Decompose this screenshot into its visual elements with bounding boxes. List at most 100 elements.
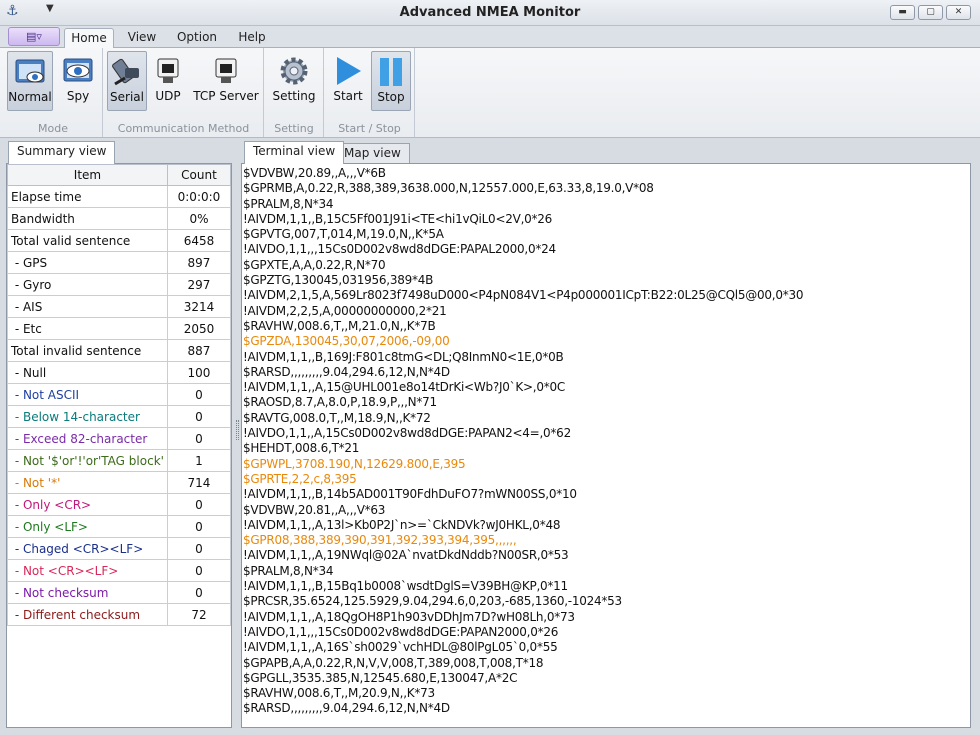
terminal-line: !AIVDM,1,1,,B,15C5Ff001J91i<TE<hi1vQiL0<… xyxy=(243,211,553,226)
tab-summary-view[interactable]: Summary view xyxy=(8,141,116,164)
summary-item-count: 2050 xyxy=(166,317,232,340)
group-title-mode: Mode xyxy=(38,122,68,135)
column-header-item[interactable]: Item xyxy=(7,164,168,186)
table-row[interactable]: Total valid sentence 6458 xyxy=(7,229,232,252)
tab-view[interactable]: View xyxy=(120,28,164,48)
summary-item-count: 6458 xyxy=(166,229,232,252)
setting-label: Setting xyxy=(272,89,316,103)
table-row[interactable]: - Etc 2050 xyxy=(7,317,232,340)
summary-panel: Item Count Elapse time 0:0:0:0 Bandwidth 0%… xyxy=(6,163,232,728)
start-label: Start xyxy=(333,89,363,103)
terminal-line: $PRALM,8,N*34 xyxy=(243,563,334,578)
table-row[interactable]: - Only <CR> 0 xyxy=(7,493,232,516)
table-row[interactable]: - Exceed 82-character 0 xyxy=(7,427,232,450)
tcp-server-button[interactable]: TCP Server xyxy=(192,51,260,111)
table-row[interactable]: - Null 100 xyxy=(7,361,232,384)
table-row[interactable]: - Not ASCII 0 xyxy=(7,383,232,406)
summary-item-count: 0 xyxy=(166,405,232,428)
monitor-eye-icon xyxy=(15,59,45,83)
serial-label: Serial xyxy=(110,90,144,104)
table-row[interactable]: - Gyro 297 xyxy=(7,273,232,296)
terminal-line: !AIVDM,2,2,5,A,00000000000,2*21 xyxy=(243,303,447,318)
terminal-line: $GPR08,388,389,390,391,392,393,394,395,,… xyxy=(243,533,517,548)
start-button[interactable]: Start xyxy=(328,51,368,111)
summary-item-label: - Not '$'or'!'or'TAG block' xyxy=(7,449,168,472)
table-row[interactable]: Total invalid sentence 887 xyxy=(7,339,232,362)
terminal-line: $GPAPB,A,A,0.22,R,N,V,V,008,T,389,008,T,… xyxy=(243,655,544,670)
table-row[interactable]: - Chaged <CR><LF> 0 xyxy=(7,537,232,560)
tab-home[interactable]: Home xyxy=(64,28,114,48)
terminal-line: $GPVTG,007,T,014,M,19.0,N,,K*5A xyxy=(243,227,444,242)
summary-item-label: - Chaged <CR><LF> xyxy=(7,537,168,560)
table-row[interactable]: - Not '$'or'!'or'TAG block' 1 xyxy=(7,449,232,472)
spy-mode-label: Spy xyxy=(66,89,90,103)
terminal-line: $PRALM,8,N*34 xyxy=(243,196,334,211)
table-row[interactable]: - GPS 897 xyxy=(7,251,232,274)
summary-item-count: 0 xyxy=(166,559,232,582)
stop-button[interactable]: Stop xyxy=(371,51,411,111)
summary-item-count: 714 xyxy=(166,471,232,494)
summary-item-label: - Not '*' xyxy=(7,471,168,494)
table-row[interactable]: - Different checksum 72 xyxy=(7,603,232,626)
summary-item-label: - Null xyxy=(7,361,168,384)
window-title: Advanced NMEA Monitor xyxy=(399,5,581,20)
terminal-line: $VDVBW,20.89,,A,,,V*6B xyxy=(243,166,386,180)
summary-item-label: - Below 14-character xyxy=(7,405,168,428)
application-menu-button[interactable]: ▤▿ xyxy=(8,27,60,46)
terminal-line: $GPXTE,A,A,0.22,R,N*70 xyxy=(243,257,386,272)
tab-help[interactable]: Help xyxy=(230,28,274,48)
normal-mode-button[interactable]: Normal xyxy=(7,51,53,111)
terminal-line: $RAVTG,008.0,T,,M,18.9,N,,K*72 xyxy=(243,410,431,425)
play-icon xyxy=(337,57,361,85)
table-row[interactable]: Bandwidth 0% xyxy=(7,207,232,230)
table-row[interactable]: - Not '*' 714 xyxy=(7,471,232,494)
terminal-line: $GPZTG,130045,031956,389*4B xyxy=(243,273,434,288)
spy-mode-button[interactable]: Spy xyxy=(56,51,100,111)
table-row[interactable]: Elapse time 0:0:0:0 xyxy=(7,185,232,208)
terminal-line: $RAOSD,8.7,A,8.0,P,18.9,P,,,N*71 xyxy=(243,395,437,410)
summary-item-count: 887 xyxy=(166,339,232,362)
terminal-line: $PRCSR,35.6524,125.5929,9.04,294.6,0,203… xyxy=(243,594,622,609)
column-header-count[interactable]: Count xyxy=(166,164,232,186)
terminal-line: !AIVDM,1,1,,A,16S`sh0029`vchHDL@80lPgL05… xyxy=(243,640,558,655)
summary-item-count: 0 xyxy=(166,515,232,538)
summary-item-label: - Exceed 82-character xyxy=(7,427,168,450)
maximize-button[interactable]: ▢ xyxy=(918,5,943,20)
summary-item-count: 0% xyxy=(166,207,232,230)
summary-item-label: Bandwidth xyxy=(7,207,168,230)
terminal-line: !AIVDM,2,1,5,A,569Lr8023f7498uD000<P4pN0… xyxy=(243,288,804,303)
summary-table: Item Count Elapse time 0:0:0:0 Bandwidth 0%… xyxy=(7,164,232,626)
tab-map-view[interactable]: Map view xyxy=(335,143,410,164)
terminal-line: $GPGLL,3535.385,N,12545.680,E,130047,A*2… xyxy=(243,670,518,685)
ribbon-group-communication: Serial UDP TCP Server Communication Meth… xyxy=(104,48,264,137)
panel-splitter[interactable] xyxy=(236,420,239,440)
close-button[interactable]: ✕ xyxy=(946,5,971,20)
ribbon-group-setting: Setting Setting xyxy=(265,48,324,137)
terminal-line: !AIVDM,1,1,,A,13l>Kb0P2J`n>=`CkNDVk?wJ0H… xyxy=(243,517,561,532)
spy-eye-icon xyxy=(63,58,93,82)
summary-item-label: - Not checksum xyxy=(7,581,168,604)
serial-button[interactable]: Serial xyxy=(107,51,147,111)
udp-button[interactable]: UDP xyxy=(150,51,186,111)
table-row[interactable]: - Below 14-character 0 xyxy=(7,405,232,428)
summary-item-label: - Not <CR><LF> xyxy=(7,559,168,582)
summary-header-row: Item Count xyxy=(7,164,232,186)
terminal-output[interactable]: $VDVBW,20.89,,A,,,V*6B $GPRMB,A,0.22,R,38… xyxy=(241,163,971,728)
setting-button[interactable]: Setting xyxy=(269,51,319,111)
gear-icon xyxy=(280,57,308,85)
terminal-line: !AIVDO,1,1,,A,15Cs0D002v8wd8dDGE:PAPAN2<… xyxy=(243,426,571,441)
terminal-line: $RAVHW,008.6,T,,M,21.0,N,,K*7B xyxy=(243,318,436,333)
terminal-line: $HEHDT,008.6,T*21 xyxy=(243,441,360,456)
ribbon: Normal Spy Mode Serial UDP TCP Server Co… xyxy=(0,47,980,138)
table-row[interactable]: - Not checksum 0 xyxy=(7,581,232,604)
table-row[interactable]: - Only <LF> 0 xyxy=(7,515,232,538)
minimize-button[interactable]: ▬ xyxy=(890,5,915,20)
tab-terminal-view[interactable]: Terminal view xyxy=(244,141,345,164)
table-row[interactable]: - Not <CR><LF> 0 xyxy=(7,559,232,582)
tab-option[interactable]: Option xyxy=(170,28,224,48)
terminal-line: !AIVDM,1,1,,B,169J:F801c8tmG<DL;Q8InmN0<… xyxy=(243,349,564,364)
summary-item-label: - Different checksum xyxy=(7,603,168,626)
table-row[interactable]: - AIS 3214 xyxy=(7,295,232,318)
summary-item-count: 0:0:0:0 xyxy=(166,185,232,208)
summary-item-count: 72 xyxy=(166,603,232,626)
